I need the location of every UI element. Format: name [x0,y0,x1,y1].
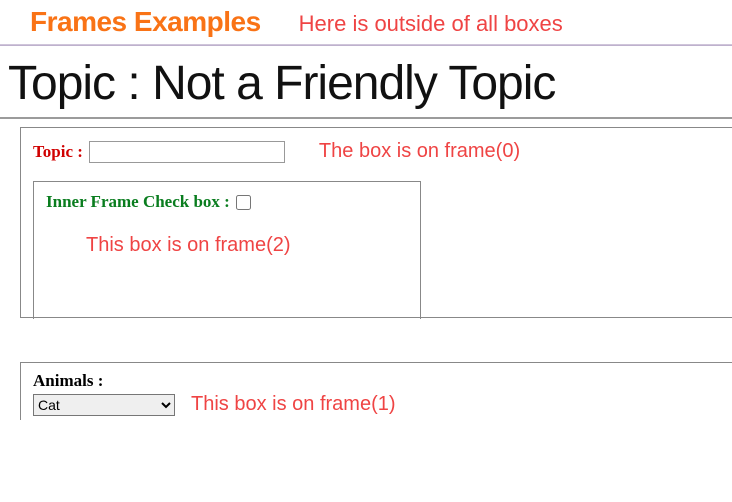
inner-frame-label: Inner Frame Check box : [46,192,230,212]
frame1-annotation: This box is on frame(1) [191,393,396,416]
frame-2: Inner Frame Check box : This box is on f… [33,181,421,319]
divider-heading [0,117,732,119]
inner-frame-checkbox[interactable] [236,195,251,210]
topic-label: Topic : [33,142,83,162]
header-row: Frames Examples Here is outside of all b… [0,0,732,40]
topic-row: Topic : The box is on frame(0) [33,140,722,163]
outside-annotation: Here is outside of all boxes [299,11,563,37]
frames-examples-title: Frames Examples [30,6,261,38]
frame-1: Animals : Cat This box is on frame(1) [20,362,732,420]
animals-select[interactable]: Cat [33,394,175,416]
animals-select-row: Cat This box is on frame(1) [33,393,722,416]
frame2-annotation: This box is on frame(2) [86,234,410,257]
page-title: Topic : Not a Friendly Topic [0,46,732,117]
animals-label: Animals : [33,371,722,391]
frame-0: Topic : The box is on frame(0) Inner Fra… [20,127,732,318]
topic-input[interactable] [89,141,285,163]
frame0-annotation: The box is on frame(0) [319,140,520,163]
inner-checkbox-row: Inner Frame Check box : [46,192,410,212]
